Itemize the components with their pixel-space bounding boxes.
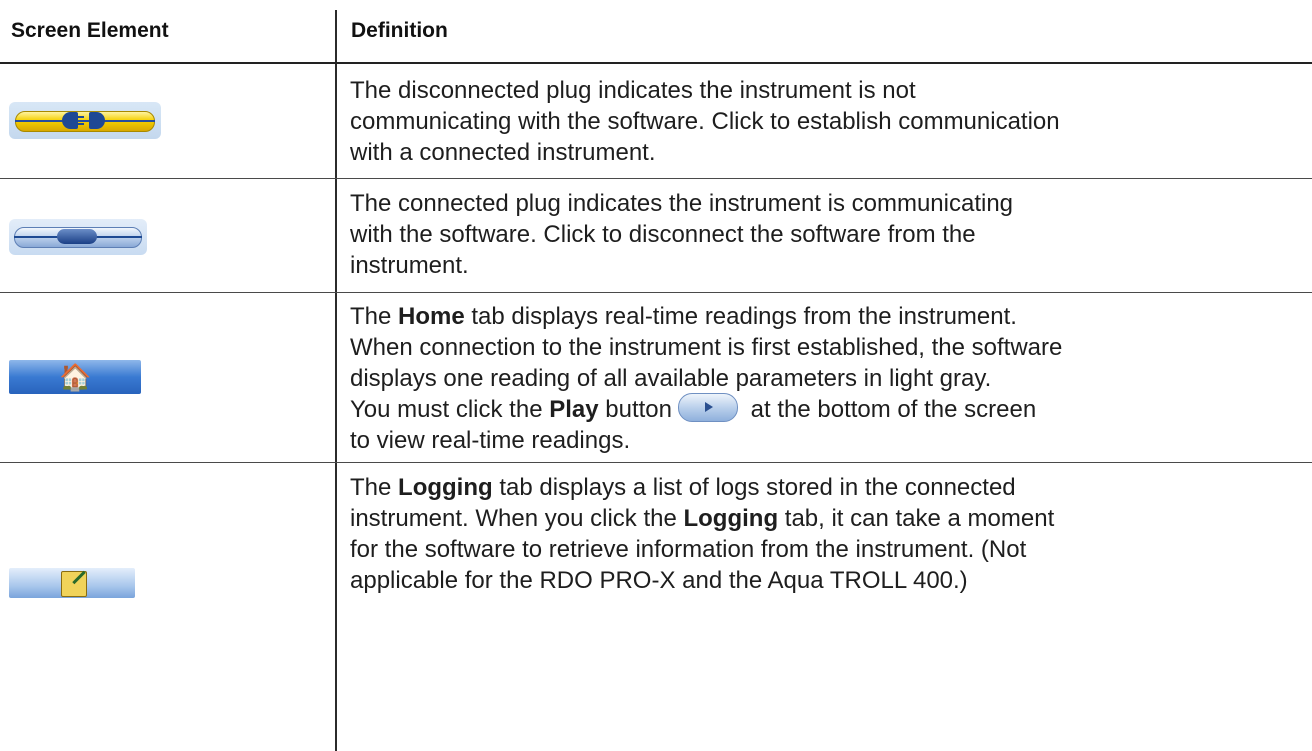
- definition-line: for the software to retrieve information…: [350, 536, 1027, 563]
- definition-cell: The Logging tab displays a list of logs …: [350, 472, 1300, 596]
- screen-element-cell: [0, 64, 335, 177]
- definition-line: The connected plug indicates the instrum…: [350, 190, 1014, 217]
- table-row: The Logging tab displays a list of logs …: [0, 463, 1312, 751]
- screen-element-cell: [0, 463, 335, 751]
- home-term: Home: [398, 303, 465, 330]
- home-tab-icon: 🏠: [9, 360, 141, 394]
- header-screen-element: Screen Element: [11, 19, 169, 42]
- table-row: The disconnected plug indicates the inst…: [0, 64, 1312, 177]
- logging-term: Logging: [398, 474, 493, 501]
- definition-line: instrument.: [350, 252, 469, 279]
- screen-element-cell: [0, 179, 335, 291]
- table-row: 🏠 The Home tab displays real-time readin…: [0, 293, 1312, 461]
- table-row: The connected plug indicates the instrum…: [0, 179, 1312, 291]
- play-button-icon: [678, 393, 738, 423]
- definition-cell: The Home tab displays real-time readings…: [350, 301, 1300, 456]
- definition-line: communicating with the software. Click t…: [350, 108, 1060, 135]
- house-icon: 🏠: [59, 362, 92, 392]
- header-definition: Definition: [351, 19, 448, 42]
- logging-term: Logging: [683, 505, 779, 532]
- logging-tab-icon: [9, 568, 135, 598]
- definition-line: The disconnected plug indicates the inst…: [350, 77, 916, 104]
- play-term: Play: [549, 396, 599, 423]
- definition-line: instrument. When you click the Logging t…: [350, 505, 1055, 532]
- definition-table: Screen Element Definition The disconnect…: [0, 0, 1312, 751]
- definition-line: The Logging tab displays a list of logs …: [350, 474, 1016, 501]
- definition-line: displays one reading of all available pa…: [350, 365, 992, 392]
- definition-line: applicable for the RDO PRO-X and the Aqu…: [350, 567, 968, 594]
- definition-line: with the software. Click to disconnect t…: [350, 221, 976, 248]
- definition-cell: The connected plug indicates the instrum…: [350, 188, 1300, 281]
- definition-line: to view real-time readings.: [350, 427, 631, 455]
- disconnected-plug-icon: [9, 102, 161, 139]
- connected-plug-icon: [9, 219, 147, 255]
- definition-line: with a connected instrument.: [350, 139, 656, 166]
- definition-line: You must click the Play button at the bo…: [350, 393, 1300, 425]
- screen-element-cell: 🏠: [0, 293, 335, 461]
- definition-line: When connection to the instrument is fir…: [350, 334, 1063, 361]
- definition-cell: The disconnected plug indicates the inst…: [350, 75, 1300, 168]
- definition-line: The Home tab displays real-time readings…: [350, 303, 1017, 330]
